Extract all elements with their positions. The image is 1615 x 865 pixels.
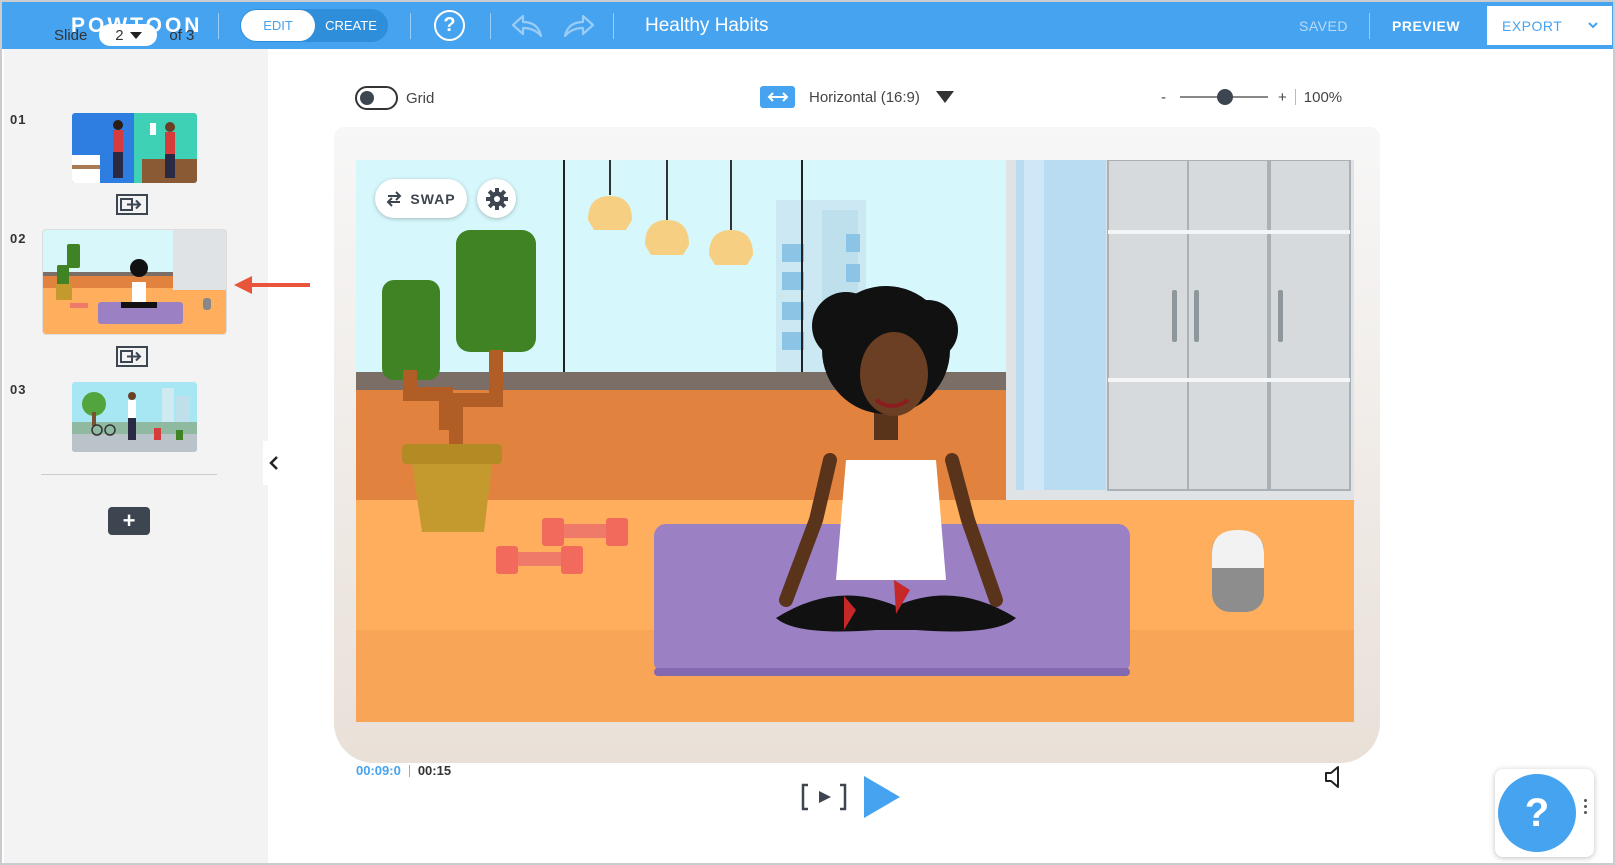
gear-icon	[485, 187, 508, 210]
redo-icon[interactable]	[562, 2, 596, 49]
zoom-out-button[interactable]: -	[1161, 89, 1166, 106]
play-icon[interactable]	[862, 774, 902, 820]
total-time: 00:15	[417, 763, 452, 778]
help-button[interactable]: ?	[434, 2, 465, 49]
divider	[1369, 13, 1370, 39]
transition-icon[interactable]	[116, 194, 148, 215]
export-button[interactable]: EXPORT	[1487, 6, 1612, 45]
sidebar-divider	[41, 474, 217, 475]
zoom-control: - + 100%	[1161, 86, 1342, 108]
play-slide-icon	[801, 783, 847, 811]
project-title[interactable]: Healthy Habits	[645, 2, 769, 49]
save-status: SAVED	[1299, 17, 1348, 34]
volume-icon[interactable]	[1324, 765, 1350, 789]
slide-canvas[interactable]	[356, 160, 1354, 722]
caret-down-icon	[129, 31, 142, 39]
grid-toggle[interactable]: Grid	[355, 86, 434, 110]
slide-number-value: 2	[115, 26, 124, 44]
zoom-value: 100%	[1303, 88, 1343, 106]
swap-icon	[386, 190, 402, 207]
divider	[1294, 89, 1296, 105]
transition-icon[interactable]	[116, 346, 148, 367]
menu-icon[interactable]	[28, 2, 54, 49]
create-mode-button[interactable]: CREATE	[315, 18, 387, 33]
zoom-slider[interactable]	[1180, 89, 1268, 105]
help-icon: ?	[434, 10, 465, 41]
help-widget[interactable]: ?	[1495, 769, 1594, 857]
app-window: POWTOON EDIT CREATE ? Healthy Habits SAV…	[0, 0, 1615, 865]
more-icon[interactable]	[1584, 799, 1588, 814]
mode-toggle[interactable]: EDIT CREATE	[240, 9, 388, 42]
slide-number-label: 01	[10, 112, 27, 127]
chevron-down-icon	[1588, 22, 1598, 29]
chevron-left-icon	[269, 456, 278, 470]
arrow-pointer-icon	[234, 276, 310, 294]
settings-button[interactable]	[477, 179, 516, 218]
play-from-here-button[interactable]	[800, 782, 848, 812]
slide-count-label: of 3	[169, 26, 195, 44]
add-slide-button[interactable]: +	[108, 507, 150, 535]
slide-number-label: 03	[10, 382, 27, 397]
orientation-label: Horizontal (16:9)	[809, 88, 920, 106]
collapse-sidebar-button[interactable]	[263, 441, 285, 485]
slide-thumbnail-1[interactable]	[72, 113, 197, 183]
top-bar: POWTOON EDIT CREATE ? Healthy Habits SAV…	[2, 2, 1613, 49]
grid-label: Grid	[406, 89, 435, 107]
export-label: EXPORT	[1502, 17, 1563, 34]
divider	[490, 13, 491, 39]
divider	[218, 13, 219, 39]
slide-number-select[interactable]: 2	[99, 24, 158, 46]
divider	[410, 13, 411, 39]
timecode: 00:09:0 00:15	[356, 763, 451, 778]
help-icon[interactable]: ?	[1498, 774, 1576, 852]
edit-mode-button[interactable]: EDIT	[241, 10, 315, 41]
caret-down-icon	[935, 91, 954, 103]
swap-label: SWAP	[410, 190, 456, 207]
orientation-select[interactable]: Horizontal (16:9)	[760, 86, 954, 108]
slide-navigator: Slide 2 of 3	[54, 24, 194, 46]
preview-button[interactable]: PREVIEW	[1392, 2, 1460, 49]
divider	[408, 764, 410, 777]
current-time: 00:09:0	[356, 763, 401, 778]
undo-icon[interactable]	[510, 2, 544, 49]
slide-thumbnail-2[interactable]	[43, 230, 226, 334]
slide-label: Slide	[54, 26, 88, 44]
zoom-in-button[interactable]: +	[1278, 89, 1287, 106]
horizontal-arrows-icon	[760, 86, 795, 108]
slide-number-label: 02	[10, 231, 27, 246]
divider	[613, 13, 614, 39]
slide-thumbnail-3[interactable]	[72, 382, 197, 452]
swap-button[interactable]: SWAP	[375, 179, 467, 218]
grid-switch[interactable]	[355, 86, 398, 110]
zoom-slider-handle[interactable]	[1217, 89, 1233, 105]
